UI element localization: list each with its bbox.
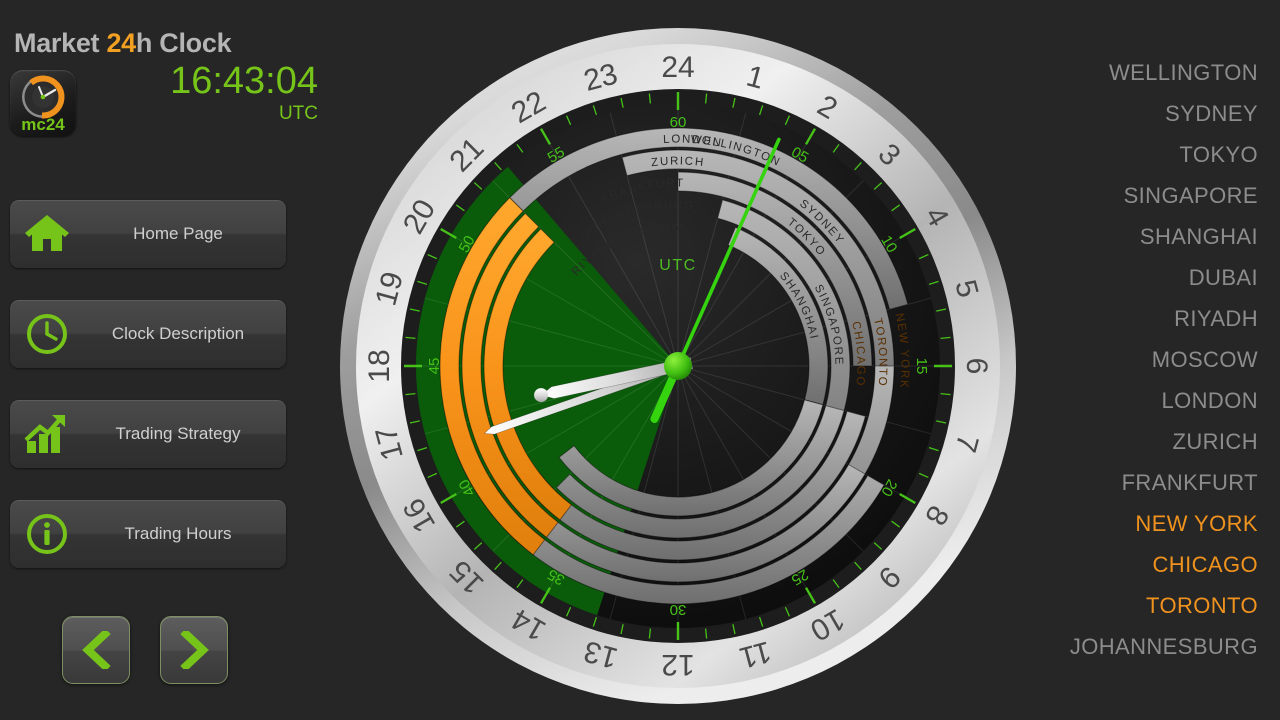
mc24-logo-icon: mc24 [21,75,65,134]
sidebar-item-clock-description-label: Clock Description [111,324,245,343]
market-clock-dial[interactable]: 60 05 10 15 20 25 30 35 40 45 50 55 1 2 3 4 5 6 7 8 9 10 11 12… [332,20,1024,712]
sidebar-item-clock-description[interactable]: Clock Description [10,300,286,368]
utc-time-display: 16:43:04 [170,60,318,102]
city-list: WELLINGTON SYDNEY TOKYO SINGAPORE SHANGHAI DU… [1008,52,1258,667]
chevron-right-icon [180,631,209,669]
city-list-item[interactable]: CHICAGO [1008,544,1258,585]
minute-hand-tip [534,388,549,403]
chevron-left-icon [82,631,111,669]
city-list-item[interactable]: ZURICH [1008,421,1258,462]
sidebar-item-trading-strategy-label: Trading Strategy [115,424,241,443]
city-list-item[interactable]: TORONTO [1008,585,1258,626]
hour-numeral: 6 [960,358,993,375]
chart-growth-icon [10,400,84,468]
city-list-item[interactable]: TOKYO [1008,134,1258,175]
home-icon [10,200,84,268]
hour-numeral: 18 [363,349,396,382]
info-icon [10,500,84,568]
pagination-controls [62,616,228,684]
sidebar-item-home-page-label: Home Page [133,224,223,243]
header: Market 24h Clock mc24 16:43:04 UTC [0,0,330,185]
hour-numeral: 24 [661,51,694,84]
market-24h-clock-app: Market 24h Clock mc24 16:43:04 UTC Home … [0,0,1280,720]
market-arc-label: ZURICH [651,155,706,169]
svg-text:mc24: mc24 [21,115,65,134]
clock-icon [10,300,84,368]
city-list-item[interactable]: DUBAI [1008,257,1258,298]
clock-center-hub [664,352,692,380]
next-button[interactable] [160,616,228,684]
mc24-logo: mc24 [10,70,76,136]
sidebar-item-trading-hours[interactable]: Trading Hours [10,500,286,568]
city-list-item[interactable]: RIYADH [1008,298,1258,339]
city-list-item[interactable]: WELLINGTON [1008,52,1258,93]
sidebar-item-home-page[interactable]: Home Page [10,200,286,268]
city-list-item[interactable]: NEW YORK [1008,503,1258,544]
city-list-item[interactable]: SHANGHAI [1008,216,1258,257]
dial-utc-label: UTC [659,257,696,274]
city-list-item[interactable]: FRANKFURT [1008,462,1258,503]
city-list-item[interactable]: SINGAPORE [1008,175,1258,216]
sidebar-menu: Home Page Clock Description Trading Stra… [10,200,286,600]
utc-timezone-label: UTC [278,103,318,124]
page-title: Market 24h Clock [14,28,232,59]
sidebar-item-trading-strategy[interactable]: Trading Strategy [10,400,286,468]
page-title-suffix: h Clock [135,28,232,58]
hour-numeral: 12 [661,648,694,681]
previous-button[interactable] [62,616,130,684]
city-list-item[interactable]: SYDNEY [1008,93,1258,134]
minute-numeral: 15 [913,358,930,375]
city-list-item[interactable]: MOSCOW [1008,339,1258,380]
city-list-item[interactable]: LONDON [1008,380,1258,421]
page-title-prefix: Market [14,28,107,58]
page-title-accent: 24 [106,28,136,58]
sidebar-item-trading-hours-label: Trading Hours [124,524,232,543]
city-list-item[interactable]: JOHANNESBURG [1008,626,1258,667]
